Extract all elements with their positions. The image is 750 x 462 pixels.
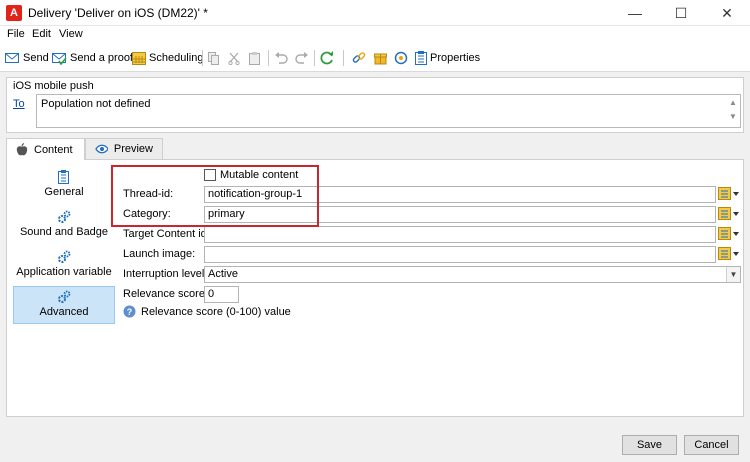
to-link[interactable]: To	[13, 98, 25, 110]
edit-dropdown-icon	[718, 187, 739, 200]
send-proof-label: Send a proof	[70, 52, 133, 64]
mutable-content-checkbox[interactable]	[204, 169, 216, 181]
cancel-button[interactable]: Cancel	[684, 435, 739, 455]
svg-text:?: ?	[127, 307, 133, 317]
interruption-level-select[interactable]: Active ▼	[204, 266, 741, 283]
link-button[interactable]	[352, 49, 366, 67]
scheduling-button[interactable]: Scheduling	[132, 49, 203, 67]
sidebar-item-advanced[interactable]: Advanced	[13, 286, 115, 324]
toolbar-separator	[314, 50, 315, 66]
category-field[interactable]: primary	[204, 206, 716, 223]
category-label: Category:	[123, 208, 171, 220]
tab-content[interactable]: Content	[6, 138, 85, 160]
sidebar-item-label: Sound and Badge	[19, 226, 109, 238]
sidebar-item-label: Advanced	[39, 306, 89, 318]
toolbar: Send Send a proof Scheduling Properties	[0, 44, 750, 72]
send-proof-button[interactable]: Send a proof	[52, 49, 133, 67]
menu-bar: File Edit View	[0, 26, 750, 44]
ios-push-group: iOS mobile push To Population not define…	[6, 77, 744, 133]
launch-image-edit-button[interactable]	[718, 247, 740, 261]
calendar-icon	[132, 52, 146, 65]
link-icon	[352, 52, 366, 63]
population-scrollbar[interactable]: ▲ ▼	[727, 96, 739, 126]
sidebar-item-application-variable[interactable]: Application variable	[13, 250, 115, 288]
minimize-button[interactable]: —	[612, 0, 658, 26]
properties-label: Properties	[430, 52, 481, 64]
sidebar-item-general[interactable]: General	[13, 170, 115, 208]
population-text: Population not defined	[41, 98, 151, 110]
copy-icon	[208, 51, 219, 65]
interruption-level-value: Active	[208, 268, 238, 280]
group-title: iOS mobile push	[13, 80, 94, 92]
sidebar-item-label: Application variable	[16, 266, 112, 278]
chevron-down-icon[interactable]: ▼	[726, 267, 740, 282]
tab-preview-label: Preview	[113, 143, 153, 155]
redo-button[interactable]	[295, 49, 309, 67]
close-button[interactable]: ✕	[704, 0, 750, 26]
cut-button[interactable]	[228, 49, 240, 67]
launch-image-field[interactable]	[204, 246, 716, 263]
target-gear-icon	[394, 51, 408, 65]
save-button[interactable]: Save	[622, 435, 677, 455]
envelope-icon	[5, 53, 19, 63]
target-content-id-label: Target Content id:	[123, 228, 210, 240]
menu-file[interactable]: File	[7, 28, 25, 40]
gears-icon	[58, 290, 71, 303]
interruption-level-label: Interruption level:	[123, 268, 208, 280]
edit-dropdown-icon	[718, 247, 739, 260]
undo-icon	[275, 52, 288, 64]
maximize-button[interactable]: ☐	[658, 0, 704, 26]
undo-button[interactable]	[274, 49, 288, 67]
population-box[interactable]: Population not defined ▲ ▼	[36, 94, 741, 128]
send-label: Send	[23, 52, 49, 64]
tab-content-label: Content	[34, 143, 73, 156]
content-panel: General Sound and Badge Application vari…	[6, 159, 744, 417]
copy-button[interactable]	[208, 49, 220, 67]
window-title: Delivery 'Deliver on iOS (DM22)' *	[28, 6, 208, 20]
app-logo-icon: A	[6, 5, 22, 21]
toolbar-separator	[343, 50, 344, 66]
gift-icon	[374, 53, 387, 65]
toolbar-separator	[268, 50, 269, 66]
sidebar-item-label: General	[44, 186, 84, 198]
gears-icon	[58, 250, 71, 263]
target-content-id-field[interactable]	[204, 226, 716, 243]
category-edit-button[interactable]	[718, 207, 740, 221]
help-icon: ?	[123, 305, 136, 318]
thread-id-edit-button[interactable]	[718, 187, 740, 201]
refresh-button[interactable]	[320, 49, 334, 67]
apple-icon	[16, 143, 28, 156]
thread-id-label: Thread-id:	[123, 188, 174, 200]
edit-dropdown-icon	[718, 227, 739, 240]
document-icon	[58, 170, 69, 184]
eye-icon	[95, 144, 108, 154]
clipboard-icon	[249, 51, 260, 65]
tab-preview[interactable]: Preview	[85, 138, 163, 159]
relevance-hint: Relevance score (0-100) value	[141, 306, 291, 318]
sidebar-item-sound-badge[interactable]: Sound and Badge	[13, 210, 115, 248]
thread-id-field[interactable]: notification-group-1	[204, 186, 716, 203]
send-button[interactable]: Send	[5, 49, 49, 67]
menu-edit[interactable]: Edit	[32, 28, 51, 40]
refresh-icon	[320, 51, 333, 65]
target-content-id-edit-button[interactable]	[718, 227, 740, 241]
envelope-check-icon	[52, 52, 67, 65]
properties-button[interactable]: Properties	[415, 49, 480, 67]
redo-icon	[295, 52, 308, 64]
relevance-score-field[interactable]: 0	[204, 286, 239, 303]
launch-image-label: Launch image:	[123, 248, 196, 260]
toolbar-separator	[202, 50, 203, 66]
gears-icon	[58, 210, 71, 223]
package-button[interactable]	[374, 49, 387, 67]
properties-icon	[415, 51, 427, 65]
edit-dropdown-icon	[718, 207, 739, 220]
paste-button[interactable]	[249, 49, 261, 67]
menu-view[interactable]: View	[59, 28, 83, 40]
title-bar: A Delivery 'Deliver on iOS (DM22)' * — ☐…	[0, 0, 750, 26]
relevance-score-label: Relevance score:	[123, 288, 208, 300]
target-button[interactable]	[394, 49, 408, 67]
scheduling-label: Scheduling	[149, 52, 204, 64]
scissors-icon	[228, 52, 240, 65]
mutable-content-label: Mutable content	[220, 169, 299, 181]
